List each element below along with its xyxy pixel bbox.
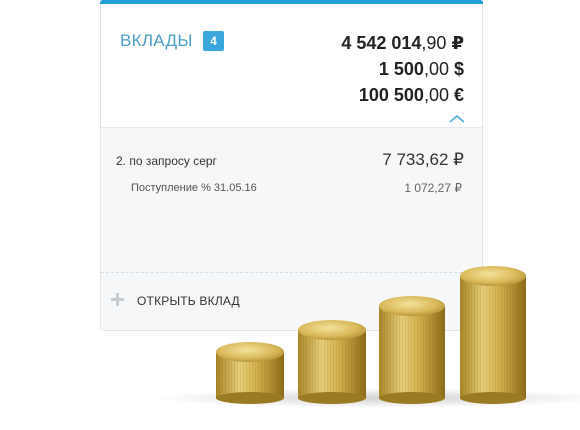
divider [101,272,482,273]
transaction-amount: 1 072,27 ₽ [404,181,462,195]
deposit-amount: 7 733,62 ₽ [382,150,464,169]
transaction-label: Поступление % 31.05.16 [131,182,257,194]
total-eur: 100 500,00 € [358,85,464,105]
deposits-widget: ВКЛАДЫ 4 4 542 014,90 ₽ 1 500,00 $ 100 5… [100,0,483,331]
totals-list: 4 542 014,90 ₽ 1 500,00 $ 100 500,00 € [341,30,464,108]
open-deposit-label: ОТКРЫТЬ ВКЛАД [137,294,240,308]
deposits-body: 2. по запросу серг 7 733,62 ₽ Поступлени… [101,127,482,330]
total-usd: 1 500,00 $ [378,59,464,79]
coin-stack-1 [216,342,284,404]
deposits-header: ВКЛАДЫ 4 4 542 014,90 ₽ 1 500,00 $ 100 5… [101,4,482,127]
deposits-count-badge: 4 [203,31,224,51]
deposits-title[interactable]: ВКЛАДЫ [120,31,193,51]
total-rub: 4 542 014,90 ₽ [341,33,464,53]
plus-icon [111,293,124,306]
coin-stack-2 [298,320,366,404]
deposit-name[interactable]: 2. по запросу серг [116,154,217,168]
chevron-up-icon[interactable] [449,114,465,124]
